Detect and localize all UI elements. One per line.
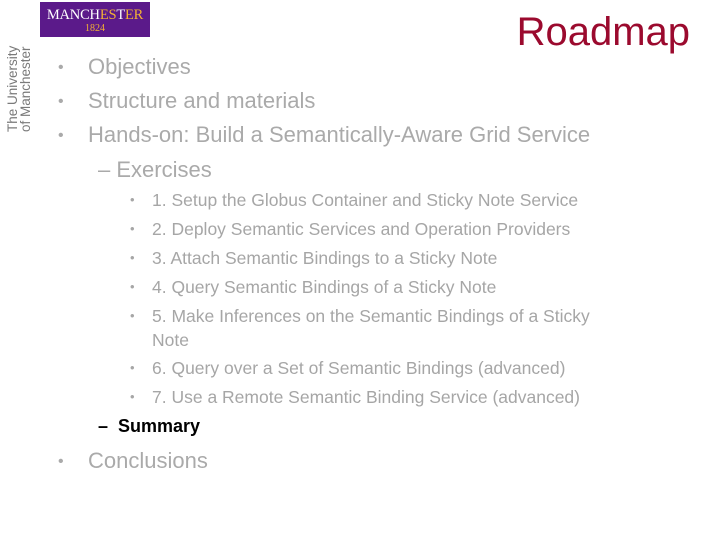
exercise-item: • 3. Attach Semantic Bindings to a Sticky… — [130, 248, 498, 268]
bullet-icon: • — [130, 279, 135, 294]
university-logo: MANCHESTER 1824 — [40, 2, 150, 37]
logo-year: 1824 — [85, 23, 105, 34]
bullet-icon: • — [130, 308, 135, 323]
exercise-item: • 6. Query over a Set of Semantic Binding… — [130, 358, 566, 378]
logo-name: MANCHESTER — [46, 7, 144, 23]
bullet-icon: • — [130, 221, 135, 236]
bullet-icon: • — [58, 453, 64, 470]
list-item-conclusions: • Conclusions — [58, 448, 208, 473]
bullet-icon: • — [130, 389, 135, 404]
exercise-item: • 4. Query Semantic Bindings of a Sticky … — [130, 277, 497, 297]
bullet-icon: • — [130, 250, 135, 265]
list-item-objectives: • Objectives — [58, 54, 191, 79]
sub-item-summary: – Summary — [98, 416, 201, 436]
bullet-icon: • — [58, 127, 64, 144]
bullet-icon: • — [130, 192, 135, 207]
exercise-item: • 5. Make Inferences on the Semantic Bind… — [130, 306, 590, 326]
bullet-icon: • — [58, 93, 64, 110]
dash-icon: – — [98, 416, 109, 436]
exercise-item: • 2. Deploy Semantic Services and Operati… — [130, 219, 571, 239]
exercise-item-continuation: Note — [152, 330, 189, 350]
list-item-structure: • Structure and materials — [58, 88, 316, 113]
dash-icon: – — [98, 157, 111, 182]
bullet-icon: • — [58, 59, 64, 76]
sub-item-exercises: – Exercises — [98, 157, 212, 182]
slide-title: Roadmap — [516, 10, 690, 54]
bullet-icon: • — [130, 360, 135, 375]
list-item-hands-on: • Hands-on: Build a Semantically-Aware Gr… — [58, 122, 591, 147]
university-side-text: The University of Manchester — [5, 45, 33, 132]
exercise-item: • 7. Use a Remote Semantic Binding Servic… — [130, 387, 580, 407]
exercise-item: • 1. Setup the Globus Container and Stick… — [130, 190, 579, 210]
